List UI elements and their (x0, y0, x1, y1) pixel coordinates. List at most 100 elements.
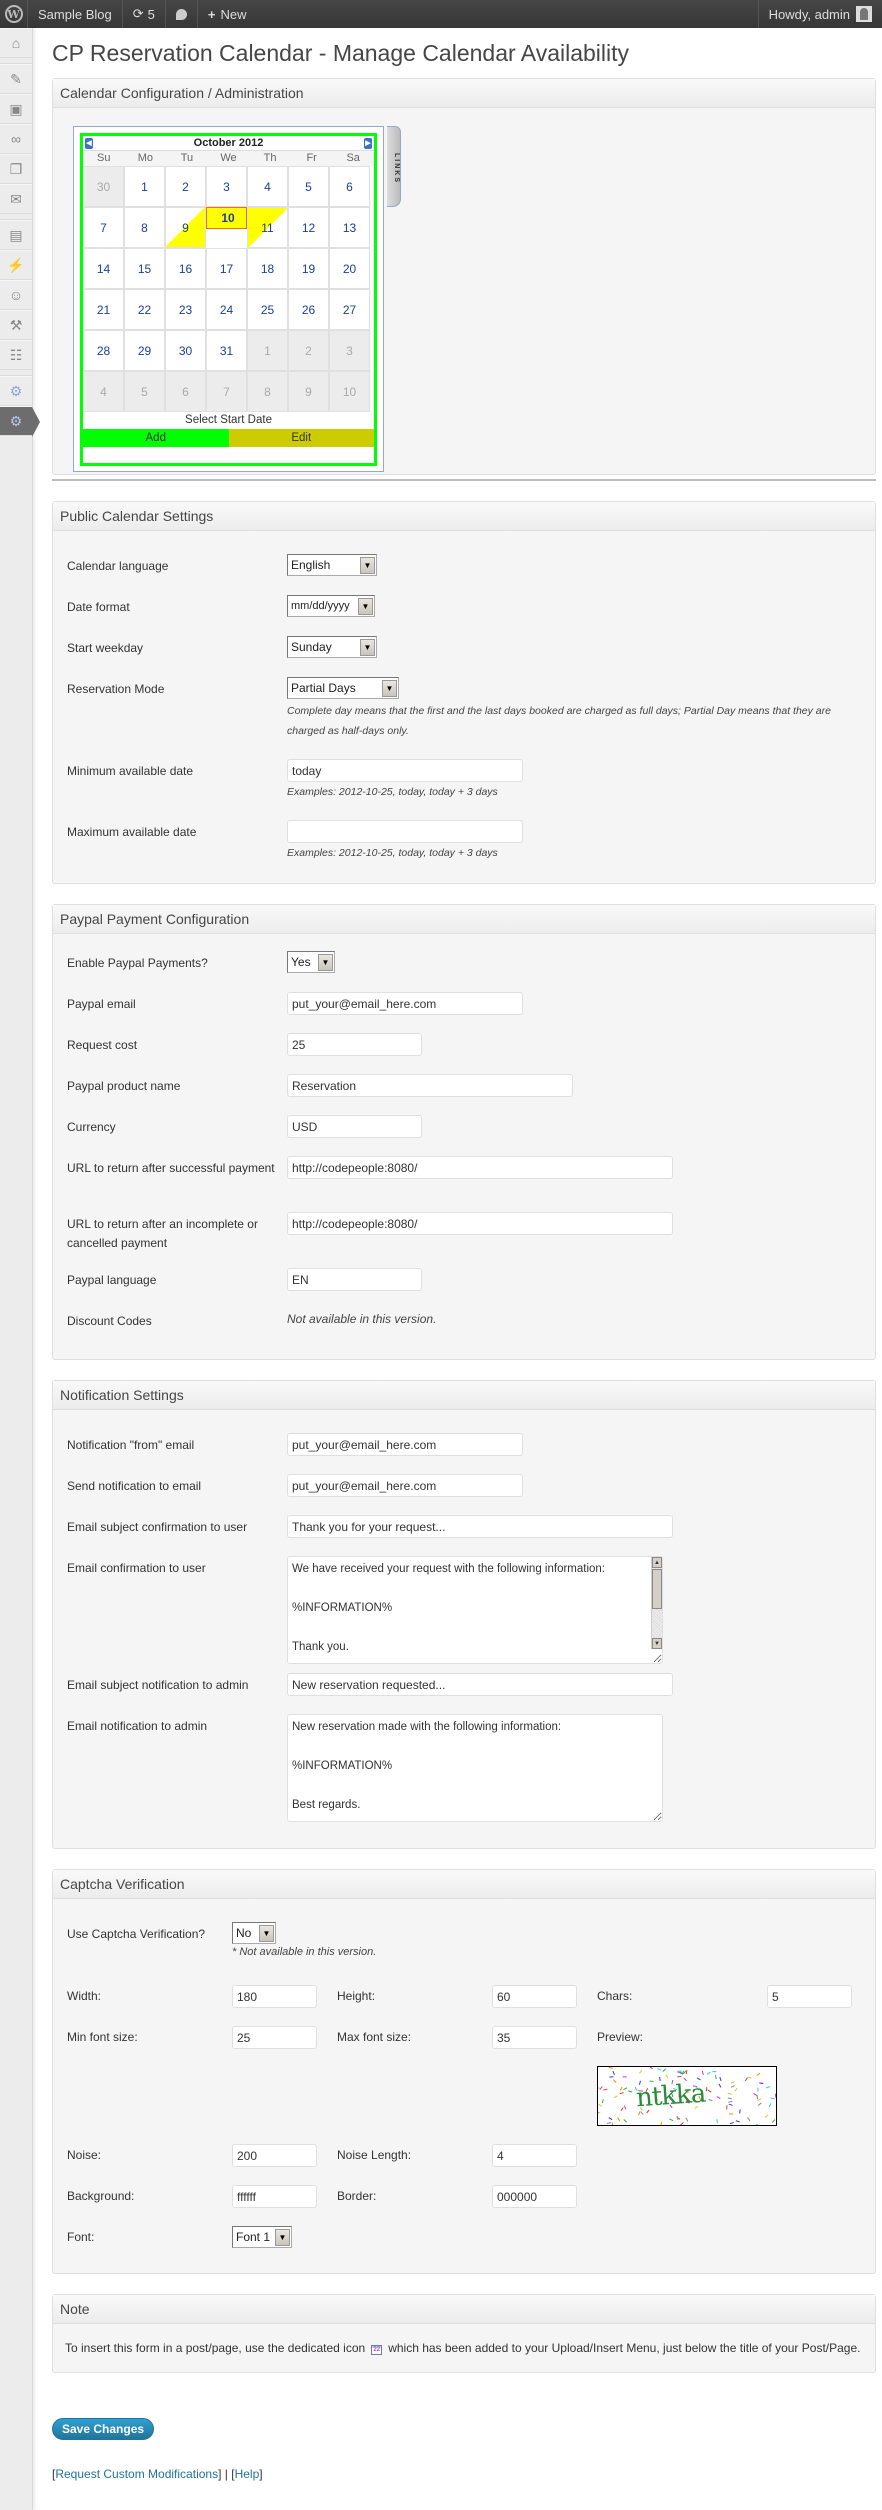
from-email-input[interactable] (287, 1433, 523, 1456)
calendar-day[interactable]: 2 (288, 330, 329, 371)
calendar-day[interactable]: 10 (206, 207, 247, 229)
save-changes-button[interactable]: Save Changes (52, 2418, 155, 2440)
sidebar-item-reservation-calendar[interactable]: ⚙ (0, 406, 40, 437)
calendar-day[interactable]: 1 (247, 330, 288, 371)
paypal-email-input[interactable] (287, 992, 523, 1015)
calendar-day[interactable]: 3 (206, 166, 247, 207)
calendar-day[interactable]: 25 (247, 289, 288, 330)
calendar-day[interactable]: 27 (329, 289, 370, 330)
start-weekday-select[interactable]: Sunday ▼ (287, 636, 377, 658)
calendar-day[interactable]: 8 (124, 207, 165, 248)
calendar-day[interactable]: 14 (83, 248, 124, 289)
next-month-icon[interactable]: ▶ (363, 137, 372, 149)
calendar-day[interactable]: 23 (165, 289, 206, 330)
currency-input[interactable] (287, 1115, 422, 1138)
comments-link[interactable] (166, 0, 198, 28)
noise-input[interactable] (232, 2144, 317, 2167)
calendar-day[interactable]: 4 (83, 371, 124, 412)
calendar-day[interactable]: 1 (124, 166, 165, 207)
textarea-scrollbar[interactable]: ▲ ▼ (651, 1557, 662, 1649)
calendar-day[interactable]: 29 (124, 330, 165, 371)
calendar-day[interactable]: 15 (124, 248, 165, 289)
edit-button[interactable]: Edit (228, 429, 374, 447)
sidebar-item-links[interactable]: ∞ (0, 124, 32, 154)
calendar-day[interactable]: 19 (288, 248, 329, 289)
to-email-input[interactable] (287, 1474, 523, 1497)
calendar-day[interactable]: 9 (165, 207, 206, 248)
paypal-language-input[interactable] (287, 1268, 422, 1291)
wordpress-logo-button[interactable]: W (0, 0, 28, 28)
calendar-day[interactable]: 21 (83, 289, 124, 330)
subject-user-input[interactable] (287, 1515, 673, 1538)
scroll-thumb[interactable] (652, 1569, 662, 1609)
min-date-input[interactable] (287, 759, 523, 782)
calendar-day[interactable]: 28 (83, 330, 124, 371)
help-link[interactable]: Help (235, 2467, 260, 2481)
calendar-language-select[interactable]: English ▼ (287, 554, 377, 576)
subject-admin-input[interactable] (287, 1673, 673, 1696)
min-font-input[interactable] (232, 2026, 317, 2049)
captcha-enable-select[interactable]: No ▼ (232, 1922, 276, 1944)
sidebar-item-appearance[interactable]: ▤ (0, 220, 32, 250)
calendar-day[interactable]: 5 (124, 371, 165, 412)
calendar-day[interactable]: 7 (206, 371, 247, 412)
sidebar-item-settings[interactable]: ☷ (0, 340, 32, 370)
scroll-down-icon[interactable]: ▼ (652, 1638, 662, 1649)
calendar-day[interactable]: 4 (247, 166, 288, 207)
date-format-select[interactable]: mm/dd/yyyy ▼ (287, 595, 375, 617)
calendar-day[interactable]: 12 (288, 207, 329, 248)
max-date-input[interactable] (287, 820, 523, 843)
calendar-day[interactable]: 30 (83, 166, 124, 207)
calendar-day[interactable]: 24 (206, 289, 247, 330)
sidebar-item-tools[interactable]: ⚒ (0, 310, 32, 340)
sidebar-item-plugins[interactable]: ⚡ (0, 250, 32, 280)
width-input[interactable] (232, 1985, 317, 2008)
calendar-day[interactable]: 30 (165, 330, 206, 371)
calendar-day[interactable]: 8 (247, 371, 288, 412)
calendar-day[interactable]: 20 (329, 248, 370, 289)
cancel-url-input[interactable] (287, 1212, 673, 1235)
updates-link[interactable]: ⟳ 5 (123, 0, 166, 28)
body-admin-textarea[interactable]: New reservation made with the following … (287, 1714, 663, 1822)
sidebar-item-plugin-settings[interactable]: ⚙ (0, 376, 32, 406)
sidebar-item-dashboard[interactable]: ⌂ (0, 28, 32, 58)
calendar-day[interactable]: 31 (206, 330, 247, 371)
chars-input[interactable] (767, 1985, 852, 2008)
calendar-day[interactable]: 26 (288, 289, 329, 330)
calendar-day[interactable]: 17 (206, 248, 247, 289)
background-input[interactable] (232, 2185, 317, 2208)
sidebar-item-pages[interactable]: ❐ (0, 154, 32, 184)
calendar-day[interactable]: 7 (83, 207, 124, 248)
calendar-day[interactable]: 9 (288, 371, 329, 412)
body-user-textarea[interactable]: We have received your request with the f… (287, 1556, 663, 1664)
return-url-input[interactable] (287, 1156, 673, 1179)
max-font-input[interactable] (492, 2026, 577, 2049)
request-cost-input[interactable] (287, 1033, 422, 1056)
calendar-day[interactable]: 6 (329, 166, 370, 207)
calendar-day[interactable]: 2 (165, 166, 206, 207)
product-name-input[interactable] (287, 1074, 573, 1097)
sidebar-item-media[interactable]: ▣ (0, 94, 32, 124)
prev-month-icon[interactable]: ◀ (85, 137, 93, 149)
links-tab[interactable]: LINKS (387, 126, 401, 207)
font-select[interactable]: Font 1 ▼ (232, 2226, 292, 2248)
noise-length-input[interactable] (492, 2144, 577, 2167)
calendar-day[interactable]: 5 (288, 166, 329, 207)
my-account-link[interactable]: Howdy, admin (757, 0, 882, 28)
calendar-day[interactable]: 18 (247, 248, 288, 289)
site-name-link[interactable]: Sample Blog (28, 0, 123, 28)
calendar-day[interactable]: 11 (247, 207, 288, 248)
calendar-day[interactable]: 3 (329, 330, 370, 371)
calendar-day[interactable]: 22 (124, 289, 165, 330)
calendar-day[interactable]: 6 (165, 371, 206, 412)
sidebar-item-comments[interactable]: ✉ (0, 184, 32, 214)
new-content-link[interactable]: + New (198, 0, 257, 28)
reservation-mode-select[interactable]: Partial Days ▼ (287, 677, 399, 699)
calendar-day[interactable]: 10 (329, 371, 370, 412)
request-custom-modifications-link[interactable]: Request Custom Modifications (55, 2467, 218, 2481)
height-input[interactable] (492, 1985, 577, 2008)
paypal-enable-select[interactable]: Yes ▼ (287, 951, 335, 973)
sidebar-item-users[interactable]: ☺ (0, 280, 32, 310)
calendar-day[interactable]: 13 (329, 207, 370, 248)
calendar-day[interactable]: 16 (165, 248, 206, 289)
